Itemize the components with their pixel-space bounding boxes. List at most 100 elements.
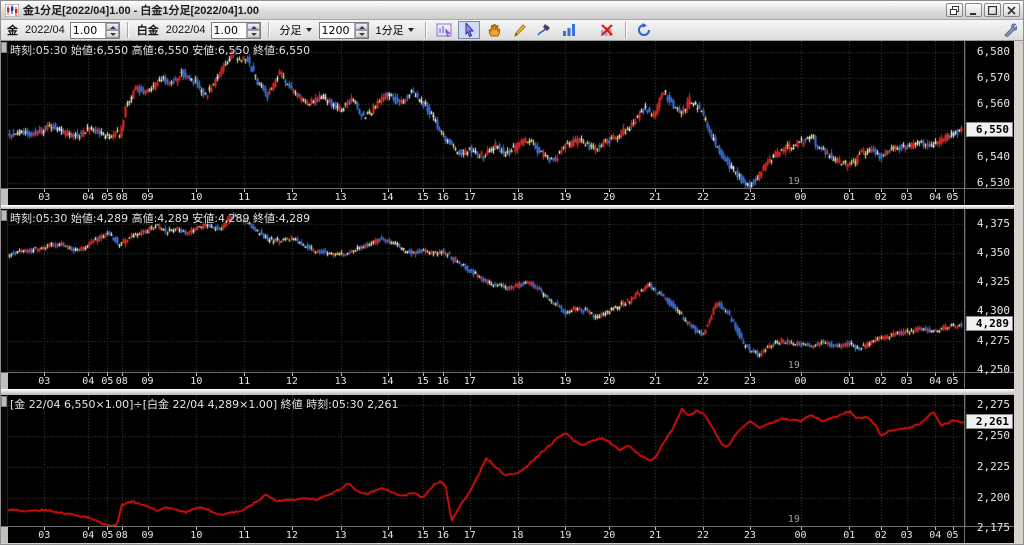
x-axis-label: 03 — [898, 373, 916, 387]
platinum-scale-input[interactable] — [211, 22, 246, 38]
date-change-marker: 19 — [787, 176, 800, 187]
interval-dropdown[interactable]: 1分足 — [372, 22, 418, 38]
x-axis-label: 09 — [139, 373, 157, 387]
x-axis-label: 15 — [414, 189, 432, 203]
ratio-time-axis: 03 04 05 08 09 10 11 12 13 14 15 16 17 18 19 20 21 22 23 00… — [8, 526, 964, 543]
minimize-button[interactable] — [965, 3, 982, 17]
chart-cursor-tool-button[interactable] — [433, 21, 455, 39]
y-axis-label: 6,540 — [976, 149, 1010, 163]
pane-left-scrollbar[interactable] — [1, 41, 8, 188]
scrollbar-thumb[interactable] — [1, 210, 7, 221]
x-axis-label: 09 — [139, 189, 157, 203]
y-axis-label: 4,375 — [976, 217, 1010, 231]
chart-area: 時刻:05:30 始値:6,550 高値:6,550 安値:6,550 終値:6… — [1, 41, 1023, 543]
close-button[interactable] — [1003, 3, 1020, 17]
pen-icon — [537, 24, 551, 36]
gold-contract-month[interactable]: 2022/04 — [25, 24, 65, 36]
delete-chart-tool-button[interactable] — [596, 21, 618, 39]
x-axis-label: 04 — [79, 527, 97, 541]
gold-chart-pane: 時刻:05:30 始値:6,550 高値:6,550 安値:6,550 終値:6… — [1, 41, 1014, 205]
maximize-button[interactable] — [984, 3, 1001, 17]
x-axis-label: 21 — [646, 373, 664, 387]
x-axis-label: 01 — [840, 189, 858, 203]
bar-count-input[interactable] — [319, 22, 354, 38]
current-price-box: 6,550 — [966, 122, 1013, 138]
chart-type-dropdown-arrow[interactable] — [583, 21, 593, 39]
x-axis-label: 01 — [840, 373, 858, 387]
ratio-formula-readout: [金 22/04 6,550×1.00]÷[白金 22/04 4,289×1.0… — [10, 398, 399, 411]
x-axis-label: 04 — [926, 527, 944, 541]
date-change-marker: 19 — [787, 360, 800, 371]
x-axis-label: 18 — [509, 373, 527, 387]
gold-chart-canvas[interactable] — [8, 41, 964, 188]
x-axis-label: 14 — [379, 373, 397, 387]
x-axis-label: 11 — [235, 189, 253, 203]
select-arrow-tool-button[interactable] — [457, 21, 480, 39]
x-axis-label: 22 — [694, 189, 712, 203]
x-axis-label: 17 — [461, 189, 479, 203]
x-axis-label: 03 — [35, 373, 53, 387]
x-axis-label: 15 — [414, 527, 432, 541]
x-axis-label: 20 — [600, 373, 618, 387]
y-axis-label: 2,275 — [976, 397, 1010, 411]
x-axis-label: 16 — [434, 189, 452, 203]
scrollbar-thumb[interactable] — [1, 396, 7, 407]
gold-scale-spin-buttons[interactable] — [104, 22, 119, 38]
chevron-down-icon — [407, 28, 414, 32]
window-title: 金1分足[2022/04]1.00 - 白金1分足[2022/04]1.00 — [23, 5, 260, 17]
toolbar-separator — [424, 22, 426, 38]
x-axis-label: 23 — [741, 189, 759, 203]
x-axis-label: 01 — [840, 527, 858, 541]
bar-chart-icon — [562, 24, 575, 36]
x-axis-label: 08 — [113, 373, 131, 387]
x-axis-label: 14 — [379, 527, 397, 541]
pencil-draw-tool-button[interactable] — [508, 21, 530, 39]
platinum-contract-month[interactable]: 2022/04 — [166, 24, 206, 36]
pen-annotate-tool-button[interactable] — [533, 21, 555, 39]
bar-count-spin-buttons[interactable] — [353, 22, 368, 38]
gold-ohlc-readout: 時刻:05:30 始値:6,550 高値:6,550 安値:6,550 終値:6… — [10, 44, 311, 57]
x-axis-label: 03 — [898, 189, 916, 203]
y-axis-label: 6,570 — [976, 70, 1010, 84]
chart-type-dropdown-button[interactable] — [558, 21, 580, 39]
y-axis-label: 4,350 — [976, 246, 1010, 260]
platinum-chart-canvas[interactable] — [8, 209, 964, 372]
toolbar-separator — [126, 22, 128, 38]
y-axis-label: 4,325 — [976, 275, 1010, 289]
x-axis-label: 02 — [872, 373, 890, 387]
gold-scale-spinbox — [69, 21, 120, 39]
x-axis-label: 04 — [926, 373, 944, 387]
date-change-marker: 19 — [787, 514, 800, 525]
platinum-time-axis: 03 04 05 08 09 10 11 12 13 14 15 16 17 18 19 20 21 22 23 00… — [8, 372, 964, 389]
scrollbar-thumb[interactable] — [1, 42, 7, 53]
platinum-scale-spin-buttons[interactable] — [245, 22, 260, 38]
x-axis-label: 23 — [741, 373, 759, 387]
pane-left-scrollbar[interactable] — [1, 395, 8, 526]
x-axis-label: 16 — [434, 373, 452, 387]
x-axis-label: 03 — [35, 189, 53, 203]
platinum-plot-area: 時刻:05:30 始値:4,289 高値:4,289 安値:4,289 終値:4… — [8, 209, 964, 372]
x-axis-label: 10 — [187, 527, 205, 541]
gold-time-axis: 03 04 05 08 09 10 11 12 13 14 15 16 17 18 19 20 21 22 23 00… — [8, 188, 964, 205]
x-axis-label: 18 — [509, 527, 527, 541]
cascade-window-button[interactable] — [946, 3, 963, 17]
x-axis-label: 22 — [694, 373, 712, 387]
period-type-dropdown[interactable]: 分足 — [276, 22, 316, 38]
axis-corner — [964, 188, 1014, 205]
x-axis-label: 03 — [35, 527, 53, 541]
x-axis-label: 12 — [283, 189, 301, 203]
x-axis-label: 05 — [944, 527, 962, 541]
gold-scale-input[interactable] — [70, 22, 105, 38]
hand-pan-tool-button[interactable] — [483, 21, 505, 39]
wrench-settings-icon[interactable] — [1003, 23, 1017, 37]
x-axis-label: 13 — [332, 527, 350, 541]
refresh-button[interactable] — [633, 21, 655, 39]
ratio-chart-canvas[interactable] — [8, 395, 964, 526]
x-axis-label: 08 — [113, 189, 131, 203]
x-axis-label: 22 — [694, 527, 712, 541]
title-bar: 金1分足[2022/04]1.00 - 白金1分足[2022/04]1.00 — [1, 1, 1023, 20]
y-axis-label: 6,530 — [976, 175, 1010, 189]
gold-symbol-label: 金 — [7, 25, 18, 37]
pane-left-scrollbar[interactable] — [1, 209, 8, 372]
x-axis-label: 04 — [926, 189, 944, 203]
